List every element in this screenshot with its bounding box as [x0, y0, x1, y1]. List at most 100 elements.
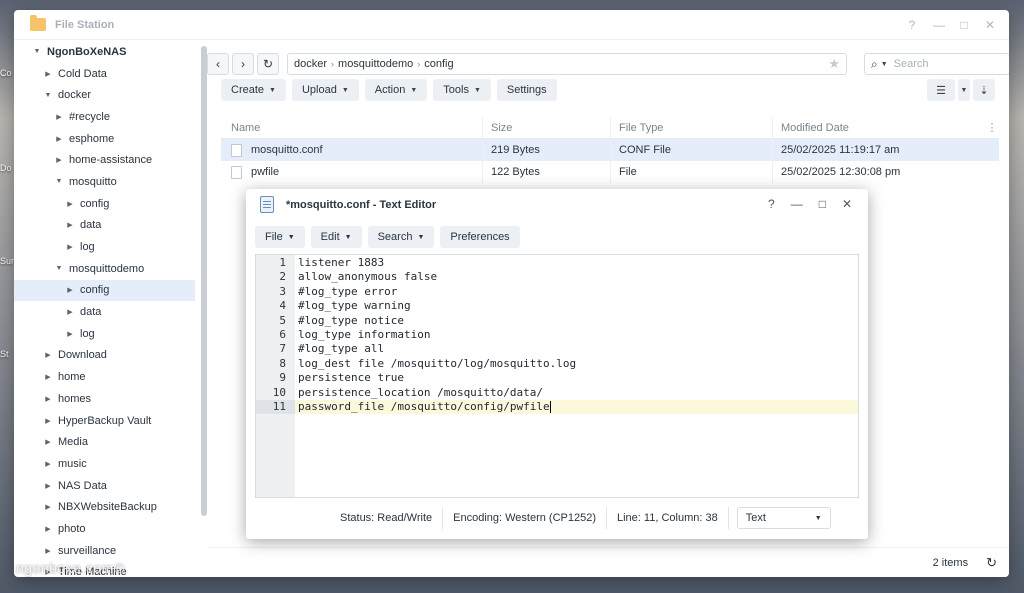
tree-item[interactable]: ▶ surveillance	[14, 540, 195, 562]
refresh-icon[interactable]: ↻	[986, 555, 997, 571]
tree-item[interactable]: ▶ music	[14, 453, 195, 475]
column-menu-icon[interactable]: ⋮	[985, 121, 999, 134]
tree-item[interactable]: ▶ log	[14, 236, 195, 258]
caret-down-icon[interactable]: ▼	[54, 178, 64, 185]
tree-item[interactable]: ▶ NAS Data	[14, 475, 195, 497]
tree-item[interactable]: ▶ home	[14, 366, 195, 388]
tree-item[interactable]: ▼ docker	[14, 84, 195, 106]
caret-right-icon[interactable]: ▶	[43, 351, 53, 359]
code-line[interactable]: #log_type notice	[295, 314, 858, 328]
code-line[interactable]: listener 1883	[295, 256, 858, 270]
syntax-select[interactable]: Text ▼	[736, 507, 831, 529]
caret-right-icon[interactable]: ▶	[43, 70, 53, 78]
caret-right-icon[interactable]: ▶	[43, 438, 53, 446]
minimize-button[interactable]: —	[791, 197, 803, 211]
code-line[interactable]: password_file /mosquitto/config/pwfile	[295, 399, 858, 415]
edit-menu-button[interactable]: Edit ▼	[310, 226, 362, 248]
code-area[interactable]: listener 1883 allow_anonymous false #log_t…	[295, 255, 858, 497]
tree-item[interactable]: ▶ log	[14, 323, 195, 345]
tree-item[interactable]: ▶ homes	[14, 388, 195, 410]
caret-down-icon[interactable]: ▼	[32, 48, 42, 55]
view-dropdown-button[interactable]: ▼	[958, 79, 970, 101]
file-row[interactable]: mosquitto.conf 219 Bytes CONF File 25/02/20…	[221, 139, 999, 161]
caret-right-icon[interactable]: ▶	[43, 503, 53, 511]
tree-item[interactable]: ▶ NBXWebsiteBackup	[14, 496, 195, 518]
code-line[interactable]: persistence true	[295, 371, 858, 385]
tree-item[interactable]: ▼ mosquitto	[14, 171, 195, 193]
tree-item[interactable]: ▼ mosquittodemo	[14, 258, 195, 280]
code-editor[interactable]: 1 2 3 4 5 6 7 8 9 10 11 listener 1883 allow_anonymo…	[255, 254, 859, 498]
sort-button[interactable]: ⇣	[973, 79, 995, 101]
column-modified[interactable]: Modified Date	[773, 117, 985, 138]
tree-item[interactable]: ▶ data	[14, 301, 195, 323]
tree-item[interactable]: ▶ home-assistance	[14, 149, 195, 171]
caret-right-icon[interactable]: ▶	[43, 395, 53, 403]
forward-button[interactable]: ›	[232, 53, 254, 75]
caret-right-icon[interactable]: ▶	[43, 547, 53, 555]
caret-down-icon[interactable]: ▼	[54, 265, 64, 272]
search-input[interactable]: ⌕ ▼ Search	[864, 53, 1009, 75]
caret-right-icon[interactable]: ▶	[43, 482, 53, 490]
file-row[interactable]: pwfile 122 Bytes File 25/02/2025 12:30:08 p…	[221, 161, 999, 183]
tree-item[interactable]: ▶ config	[14, 279, 195, 302]
file-station-titlebar[interactable]: File Station	[14, 10, 1009, 40]
help-button[interactable]: ?	[907, 18, 917, 32]
column-size[interactable]: Size	[483, 117, 611, 138]
path-bar[interactable]: docker › mosquittodemo › config ★	[287, 53, 847, 75]
tree-item[interactable]: ▶ HyperBackup Vault	[14, 410, 195, 432]
list-view-button[interactable]: ☰	[927, 79, 955, 101]
tree-item[interactable]: ▶ Media	[14, 431, 195, 453]
close-button[interactable]: ✕	[985, 18, 995, 32]
maximize-button[interactable]: □	[959, 18, 969, 32]
caret-right-icon[interactable]: ▶	[43, 373, 53, 381]
settings-button[interactable]: Settings	[496, 79, 557, 101]
tree-item[interactable]: ▶ config	[14, 193, 195, 215]
tree-item[interactable]: ▶ data	[14, 215, 195, 237]
tree-item[interactable]: ▶ Download	[14, 345, 195, 367]
tree-item[interactable]: ▶ Cold Data	[14, 63, 195, 85]
tools-button[interactable]: Tools ▼	[433, 79, 491, 101]
minimize-button[interactable]: —	[933, 18, 945, 32]
caret-right-icon[interactable]: ▶	[54, 156, 64, 164]
tree-item[interactable]: ▼ NgonBoXeNAS	[14, 41, 195, 63]
caret-right-icon[interactable]: ▶	[54, 135, 64, 143]
breadcrumb-item[interactable]: config	[424, 58, 453, 70]
tree-item[interactable]: ▶ #recycle	[14, 106, 195, 128]
caret-right-icon[interactable]: ▶	[43, 525, 53, 533]
caret-right-icon[interactable]: ▶	[65, 330, 75, 338]
caret-right-icon[interactable]: ▶	[43, 460, 53, 468]
column-type[interactable]: File Type	[611, 117, 773, 138]
caret-right-icon[interactable]: ▶	[43, 417, 53, 425]
code-line[interactable]: log_type information	[295, 328, 858, 342]
create-button[interactable]: Create ▼	[221, 79, 286, 101]
breadcrumb-item[interactable]: docker	[294, 58, 327, 70]
preferences-button[interactable]: Preferences	[440, 226, 520, 248]
help-button[interactable]: ?	[768, 197, 775, 211]
code-line[interactable]: allow_anonymous false	[295, 270, 858, 284]
breadcrumb-item[interactable]: mosquittodemo	[338, 58, 413, 70]
column-name[interactable]: Name	[221, 117, 483, 138]
action-button[interactable]: Action ▼	[364, 79, 428, 101]
search-menu-button[interactable]: Search ▼	[367, 226, 435, 248]
close-button[interactable]: ✕	[842, 197, 852, 211]
caret-right-icon[interactable]: ▶	[65, 200, 75, 208]
maximize-button[interactable]: □	[819, 197, 826, 211]
code-line[interactable]: persistence_location /mosquitto/data/	[295, 386, 858, 400]
code-line[interactable]: #log_type error	[295, 285, 858, 299]
caret-right-icon[interactable]: ▶	[65, 221, 75, 229]
upload-button[interactable]: Upload ▼	[291, 79, 359, 101]
star-icon[interactable]: ★	[828, 56, 840, 72]
file-menu-button[interactable]: File ▼	[255, 226, 305, 248]
code-line[interactable]: #log_type warning	[295, 299, 858, 313]
back-button[interactable]: ‹	[207, 53, 229, 75]
caret-right-icon[interactable]: ▶	[65, 286, 75, 294]
tree-item[interactable]: ▶ esphome	[14, 128, 195, 150]
caret-right-icon[interactable]: ▶	[65, 308, 75, 316]
refresh-path-button[interactable]: ↻	[257, 53, 279, 75]
caret-down-icon[interactable]: ▼	[43, 92, 53, 99]
code-line[interactable]: #log_type all	[295, 342, 858, 356]
caret-right-icon[interactable]: ▶	[65, 243, 75, 251]
code-line[interactable]: log_dest file /mosquitto/log/mosquitto.l…	[295, 357, 858, 371]
tree-item[interactable]: ▶ photo	[14, 518, 195, 540]
caret-right-icon[interactable]: ▶	[54, 113, 64, 121]
